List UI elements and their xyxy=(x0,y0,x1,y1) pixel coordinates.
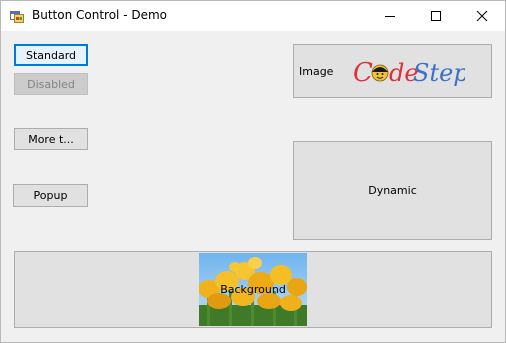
background-button-label: Background xyxy=(220,283,286,296)
more-button-label: More t... xyxy=(28,132,74,146)
app-window: Button Control - Demo Standard Disabled xyxy=(0,0,506,343)
minimize-icon xyxy=(385,16,395,17)
maximize-icon xyxy=(431,11,441,21)
window-title: Button Control - Demo xyxy=(32,8,167,22)
codesteps-logo: C de Steps xyxy=(353,58,465,88)
image-button[interactable]: Image C de Steps xyxy=(293,44,492,98)
app-icon xyxy=(10,11,24,23)
disabled-button: Disabled xyxy=(14,73,88,95)
client-area: Standard Disabled More t... Popup Image … xyxy=(1,31,505,342)
image-button-label: Image xyxy=(299,65,334,78)
close-button[interactable] xyxy=(459,1,505,31)
disabled-button-label: Disabled xyxy=(27,77,75,91)
title-bar[interactable]: Button Control - Demo xyxy=(1,1,505,31)
popup-button[interactable]: Popup xyxy=(13,184,88,207)
svg-text:Steps: Steps xyxy=(413,59,465,87)
more-button[interactable]: More t... xyxy=(14,128,88,150)
standard-button-label: Standard xyxy=(25,48,77,62)
maximize-button[interactable] xyxy=(413,1,459,31)
background-button[interactable]: Background xyxy=(14,251,492,328)
popup-button-label: Popup xyxy=(33,189,68,202)
minimize-button[interactable] xyxy=(367,1,413,31)
svg-text:C: C xyxy=(353,58,373,88)
standard-button[interactable]: Standard xyxy=(14,44,88,66)
close-icon xyxy=(476,10,488,22)
dynamic-button-label: Dynamic xyxy=(368,184,417,197)
dynamic-button[interactable]: Dynamic xyxy=(293,141,492,240)
